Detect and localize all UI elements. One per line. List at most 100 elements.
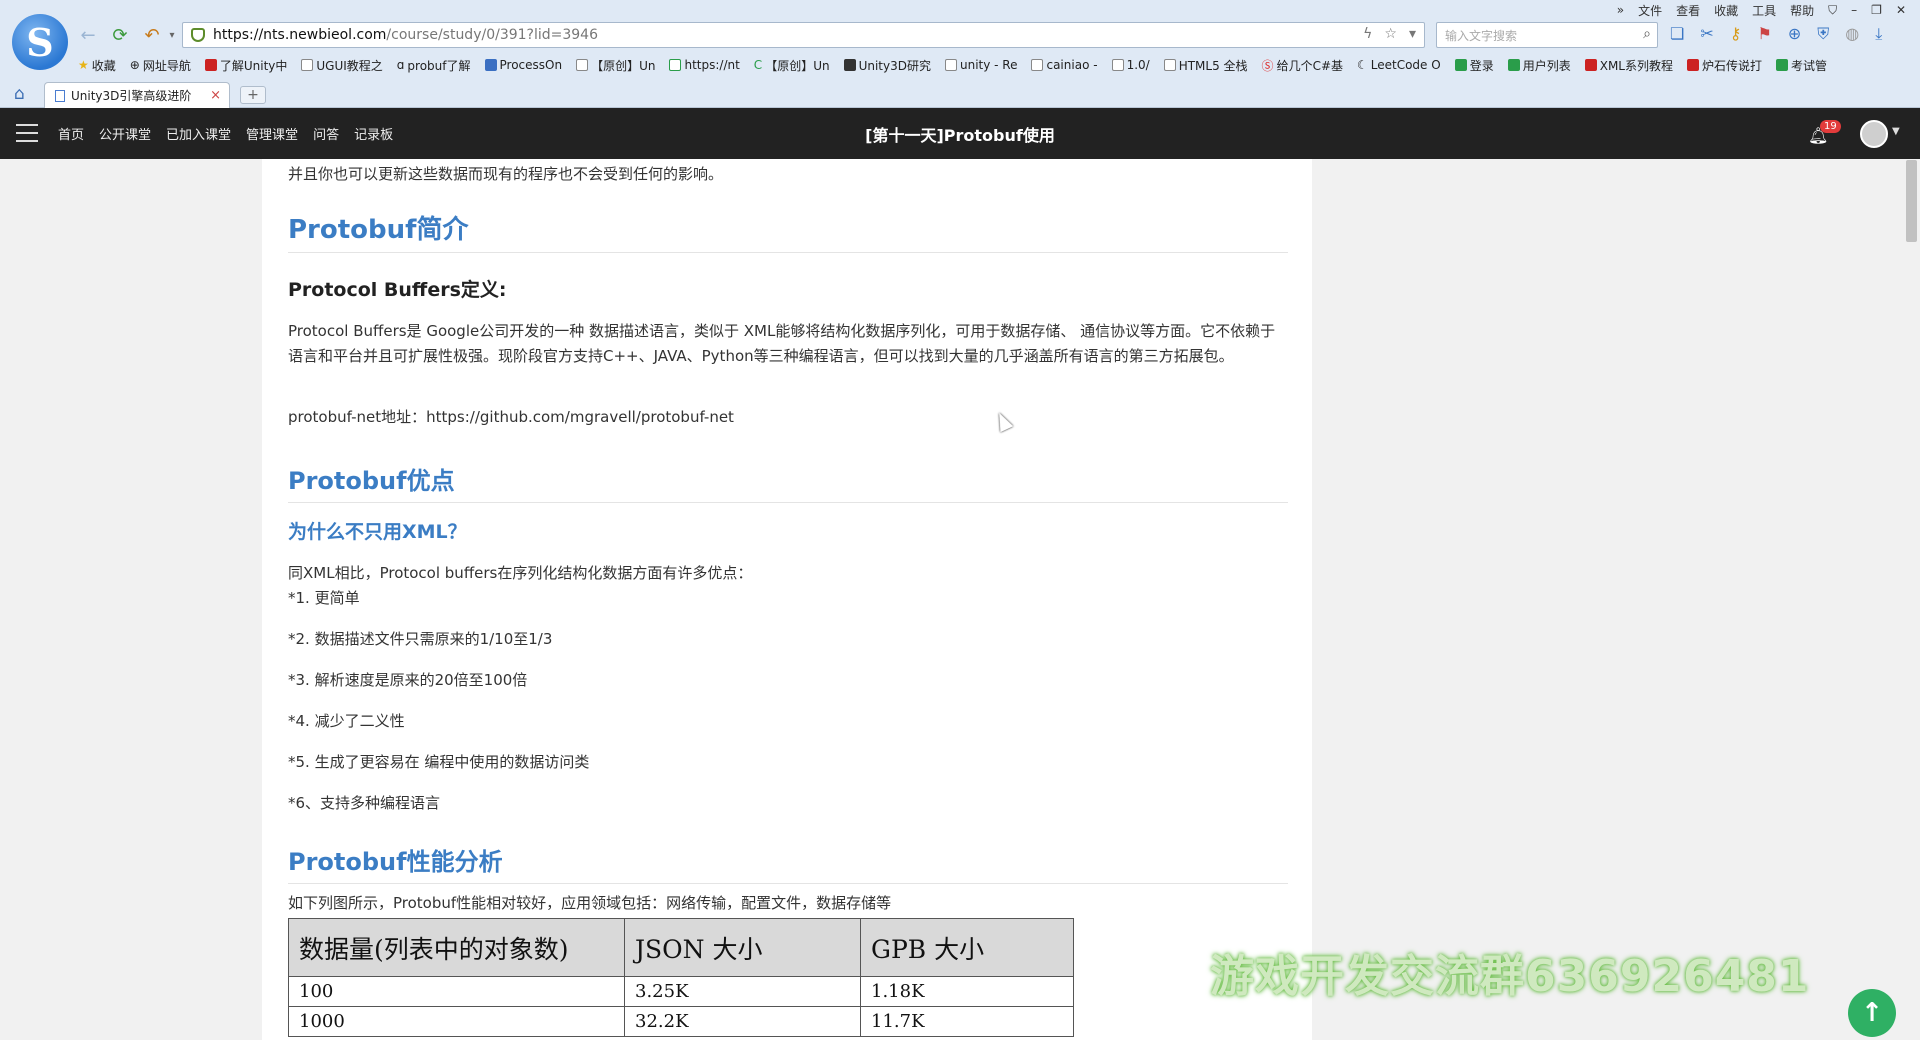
bookmark-item[interactable]: Unity3D研究 xyxy=(843,57,931,74)
page-icon xyxy=(55,89,65,102)
bookmark-item[interactable]: ⊕ 网址导航 xyxy=(130,57,191,74)
list-item: *3. 解析速度是原来的20倍至100倍 xyxy=(288,671,528,689)
address-bar[interactable]: https://nts.newbieol.com/course/study/0/… xyxy=(182,22,1425,48)
nav-qa[interactable]: 问答 xyxy=(313,124,339,143)
back-arrow-icon[interactable]: ← xyxy=(76,24,100,46)
close-tab-icon[interactable]: × xyxy=(210,88,221,103)
heading-protobuf-intro: Protobuf简介 xyxy=(288,209,1288,253)
menu-help[interactable]: 帮助 xyxy=(1790,2,1814,19)
page-icon xyxy=(1163,59,1176,71)
shield-icon[interactable]: ⛨ xyxy=(1817,24,1829,44)
nav-home[interactable]: 首页 xyxy=(58,124,84,143)
list-item: *4. 减少了二义性 xyxy=(288,712,405,730)
bookmark-item[interactable]: 用户列表 xyxy=(1507,57,1571,74)
hamburger-menu-icon[interactable] xyxy=(16,124,38,142)
bookmark-item[interactable]: ★ 收藏 xyxy=(78,57,116,74)
list-item: *6、支持多种编程语言 xyxy=(288,794,441,812)
nav-public-class[interactable]: 公开课堂 xyxy=(99,124,151,143)
globe-icon: ⊕ xyxy=(129,58,140,72)
chevron-down-icon[interactable]: ▼ xyxy=(1892,126,1900,137)
bookmark-item[interactable]: ☾ LeetCode O xyxy=(1357,58,1441,72)
extension-icon[interactable]: ⚑ xyxy=(1757,24,1771,44)
notification-badge: 19 xyxy=(1820,120,1841,133)
heading-definition: Protocol Buffers定义: xyxy=(288,279,507,301)
site-nav: 首页 公开课堂 已加入课堂 管理课堂 问答 记录板 xyxy=(58,124,393,143)
tab-active[interactable]: Unity3D引擎高级进阶 × xyxy=(44,82,230,108)
browser-logo[interactable]: S xyxy=(12,14,68,70)
page-icon xyxy=(301,59,314,71)
bookmark-item[interactable]: 【原创】Un xyxy=(576,57,655,74)
globe-icon[interactable]: ◍ xyxy=(1845,24,1859,44)
table-cell: 1.18K xyxy=(860,976,1074,1007)
close-window-icon[interactable]: ✕ xyxy=(1896,3,1906,17)
undo-dropdown-icon[interactable]: ▾ xyxy=(160,24,184,46)
page-icon xyxy=(1454,59,1467,71)
lightning-icon[interactable]: ϟ xyxy=(1363,26,1372,42)
bookmark-item[interactable]: ɑ probuf了解 xyxy=(397,57,471,74)
page-icon xyxy=(204,59,217,71)
page-scrollbar-thumb[interactable] xyxy=(1906,160,1917,242)
bookmark-item[interactable]: XML系列教程 xyxy=(1584,57,1673,74)
back-to-top-button[interactable]: ↑ xyxy=(1848,989,1896,1037)
minimize-icon[interactable]: – xyxy=(1851,3,1857,17)
table-row: 100 3.25K 1.18K xyxy=(288,976,1074,1007)
bookmark-item[interactable]: HTML5 全栈 xyxy=(1163,57,1248,74)
table-row: 1000 32.2K 11.7K xyxy=(288,1006,1074,1037)
nav-manage-class[interactable]: 管理课堂 xyxy=(246,124,298,143)
page-icon xyxy=(843,59,856,71)
copy-icon[interactable]: ❏ xyxy=(1670,24,1684,44)
menu-tools[interactable]: 工具 xyxy=(1752,2,1776,19)
page-scrollbar-track[interactable] xyxy=(1903,159,1920,1040)
restore-icon[interactable]: ❐ xyxy=(1871,3,1882,17)
menu-view[interactable]: 查看 xyxy=(1676,2,1700,19)
bookmark-item[interactable]: C 【原创】Un xyxy=(754,57,830,74)
bookmark-item[interactable]: 了解Unity中 xyxy=(204,57,287,74)
menu-more[interactable]: » xyxy=(1617,3,1624,17)
bookmark-item[interactable]: 考试管 xyxy=(1776,57,1827,74)
magnify-icon[interactable]: ⊕ xyxy=(1788,24,1801,44)
nav-notes[interactable]: 记录板 xyxy=(354,124,393,143)
new-tab-button[interactable]: + xyxy=(240,86,266,104)
bookmark-item[interactable]: 登录 xyxy=(1454,57,1494,74)
bookmark-item[interactable]: UGUI教程之 xyxy=(301,57,383,74)
bookmark-item[interactable]: cainiao - xyxy=(1031,58,1098,72)
page-icon xyxy=(1507,59,1520,71)
nav-joined-class[interactable]: 已加入课堂 xyxy=(166,124,231,143)
definition-paragraph: Protocol Buffers是 Google公司开发的一种 数据描述语言，类… xyxy=(288,322,1276,365)
download-icon[interactable]: ⤓ xyxy=(1875,24,1882,44)
search-input[interactable]: 输入文字搜索 ⌕ xyxy=(1436,22,1658,48)
list-item: *5. 生成了更容易在 编程中使用的数据访问类 xyxy=(288,753,590,771)
bookmark-item[interactable]: 1.0/ xyxy=(1111,58,1150,72)
address-dropdown-icon[interactable]: ▾ xyxy=(1409,26,1416,42)
page-icon xyxy=(1111,59,1124,71)
table-header-cell: 数据量(列表中的对象数) xyxy=(288,918,625,977)
bookmark-item[interactable]: Ⓢ 给几个C#基 xyxy=(1262,57,1343,74)
home-icon[interactable]: ⌂ xyxy=(14,84,25,104)
table-cell: 11.7K xyxy=(860,1006,1074,1037)
search-icon[interactable]: ⌕ xyxy=(1643,26,1651,42)
avatar[interactable] xyxy=(1860,120,1888,148)
refresh-icon[interactable]: ⟳ xyxy=(108,24,132,46)
skin-icon[interactable]: ⛉ xyxy=(1828,3,1837,18)
bookmark-item[interactable]: unity - Re xyxy=(944,58,1017,72)
url-host: https://nts.newbieol.com xyxy=(213,27,387,43)
page-icon xyxy=(1776,59,1789,71)
url-path: /course/study/0/391?lid=3946 xyxy=(386,27,599,43)
star-bookmark-icon[interactable]: ☆ xyxy=(1384,26,1397,42)
bookmark-item[interactable]: ProcessOn xyxy=(484,58,562,72)
group-watermark: 游戏开发交流群636926481 xyxy=(1210,951,1810,1002)
site-header: 首页 公开课堂 已加入课堂 管理课堂 问答 记录板 [第十一天]Protobuf… xyxy=(0,108,1920,159)
menu-favorites[interactable]: 收藏 xyxy=(1714,2,1738,19)
key-icon[interactable]: ⚷ xyxy=(1730,24,1742,44)
article-content: 并且你也可以更新这些数据而现有的程序也不会受到任何的影响。 Protobuf简介… xyxy=(262,159,1312,1040)
page-icon xyxy=(944,59,957,71)
bookmark-item[interactable]: https://nt xyxy=(669,58,740,72)
page-icon xyxy=(576,59,589,71)
performance-intro: 如下列图所示，Protobuf性能相对较好，应用领域包括：网络传输，配置文件，数… xyxy=(288,894,892,912)
bookmark-item[interactable]: 炉石传说打 xyxy=(1687,57,1762,74)
page-icon: Ⓢ xyxy=(1261,58,1274,73)
scissors-icon[interactable]: ✂ xyxy=(1700,24,1713,44)
intro-tail: 并且你也可以更新这些数据而现有的程序也不会受到任何的影响。 xyxy=(288,165,724,183)
menu-file[interactable]: 文件 xyxy=(1638,2,1662,19)
page-icon: C xyxy=(753,58,763,72)
